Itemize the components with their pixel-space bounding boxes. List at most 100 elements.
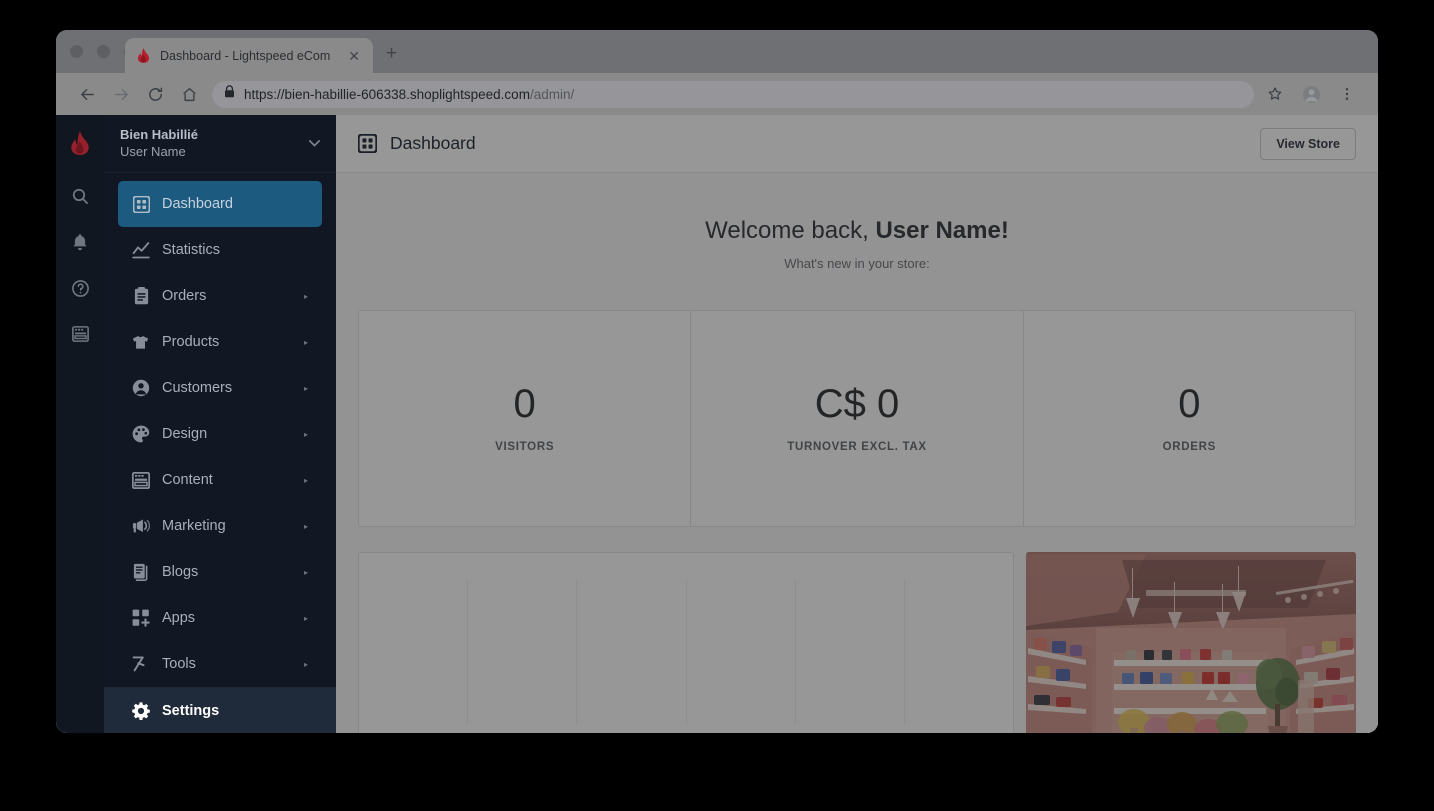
page-header: Dashboard View Store	[336, 115, 1378, 173]
new-tab-button[interactable]: +	[386, 44, 397, 63]
dashboard-body: Welcome back, User Name! What's new in y…	[336, 173, 1378, 733]
lock-icon	[224, 85, 235, 103]
sidebar-item-label: Orders	[162, 288, 207, 304]
documents-icon	[132, 563, 150, 581]
stat-label: VISITORS	[495, 441, 555, 453]
stats-cards: 0 VISITORS C$ 0 TURNOVER EXCL. TAX 0 ORD…	[358, 310, 1356, 527]
chart-gridlines	[359, 579, 1013, 725]
avatar-icon[interactable]	[1294, 79, 1328, 109]
wrench-icon	[132, 655, 150, 673]
tab-title: Dashboard - Lightspeed eCom	[160, 48, 331, 63]
palette-icon	[132, 425, 150, 443]
reload-icon[interactable]	[138, 79, 172, 109]
sidebar: Bien Habillié User Name Dashboard Statis…	[104, 115, 336, 733]
stat-card-turnover: C$ 0 TURNOVER EXCL. TAX	[690, 311, 1022, 526]
apps-plus-icon	[132, 609, 150, 627]
sidebar-item-label: Marketing	[162, 518, 226, 534]
sidebar-item-label: Customers	[162, 380, 233, 396]
chevron-right-icon: ▸	[303, 567, 308, 577]
three-dots-icon[interactable]	[1330, 79, 1364, 109]
chevron-right-icon: ▸	[303, 429, 308, 439]
gridline-column	[796, 579, 905, 725]
url-path: /admin/	[529, 86, 575, 102]
browser-toolbar: https://bien-habillie-606338.shoplightsp…	[56, 73, 1378, 115]
stat-card-visitors: 0 VISITORS	[359, 311, 690, 526]
dashboard-grid-icon	[358, 134, 377, 153]
sidebar-item-tools[interactable]: Tools ▸	[118, 641, 322, 687]
sidebar-nav: Dashboard Statistics Orders ▸ Products ▸…	[104, 173, 336, 733]
gridline-column	[905, 579, 1013, 725]
sidebar-item-label: Blogs	[162, 564, 199, 580]
empty-chart-panel	[358, 552, 1014, 733]
sidebar-item-label: Products	[162, 334, 220, 350]
sidebar-item-design[interactable]: Design ▸	[118, 411, 322, 457]
sidebar-item-blogs[interactable]: Blogs ▸	[118, 549, 322, 595]
sidebar-item-label: Apps	[162, 610, 196, 626]
window-minimize-button[interactable]	[97, 45, 110, 58]
news-icon[interactable]	[56, 311, 104, 357]
help-circle-icon[interactable]	[56, 265, 104, 311]
sidebar-item-settings[interactable]: Settings	[104, 687, 336, 733]
gridline-column	[577, 579, 687, 725]
search-icon[interactable]	[56, 173, 104, 219]
stat-label: ORDERS	[1162, 441, 1217, 453]
store-name: Bien Habillié	[120, 126, 199, 142]
browser-tab[interactable]: Dashboard - Lightspeed eCom ✕	[125, 38, 373, 73]
sidebar-item-customers[interactable]: Customers ▸	[118, 365, 322, 411]
lightspeed-admin-app: Bien Habillié User Name Dashboard Statis…	[56, 115, 1378, 733]
gear-icon	[132, 702, 150, 720]
sidebar-item-label: Tools	[162, 656, 196, 672]
browser-window: Dashboard - Lightspeed eCom ✕ + https://…	[56, 30, 1378, 733]
address-bar[interactable]: https://bien-habillie-606338.shoplightsp…	[212, 80, 1254, 108]
welcome-user-name: User Name!	[875, 217, 1009, 244]
megaphone-icon	[132, 518, 150, 534]
stat-value: 0	[513, 382, 536, 426]
address-bar-url: https://bien-habillie-606338.shoplightsp…	[244, 87, 574, 102]
stat-label: TURNOVER EXCL. TAX	[787, 441, 927, 453]
sidebar-item-products[interactable]: Products ▸	[118, 319, 322, 365]
sidebar-item-label: Design	[162, 426, 208, 442]
toolbar-actions	[1258, 79, 1364, 109]
sidebar-item-statistics[interactable]: Statistics	[118, 227, 322, 273]
clipboard-icon	[132, 287, 150, 305]
stat-value: C$ 0	[814, 382, 900, 426]
chevron-down-icon[interactable]	[308, 139, 321, 149]
chevron-right-icon: ▸	[303, 613, 308, 623]
view-store-button[interactable]: View Store	[1260, 127, 1356, 160]
sidebar-item-dashboard[interactable]: Dashboard	[118, 181, 322, 227]
sidebar-item-label: Content	[162, 472, 213, 488]
welcome-subtitle: What's new in your store:	[784, 256, 930, 271]
store-identity: Bien Habillié User Name	[120, 127, 309, 161]
welcome-heading: Welcome back, User Name!	[356, 217, 1358, 245]
tshirt-icon	[132, 335, 150, 350]
sidebar-item-label: Dashboard	[162, 196, 233, 212]
lower-panels	[358, 552, 1356, 733]
close-icon[interactable]: ✕	[345, 47, 363, 65]
sidebar-item-apps[interactable]: Apps ▸	[118, 595, 322, 641]
chevron-right-icon: ▸	[303, 659, 308, 669]
browser-tab-strip: Dashboard - Lightspeed eCom ✕ +	[56, 30, 1378, 73]
sidebar-item-label: Statistics	[162, 242, 221, 258]
lightspeed-flame-logo[interactable]	[56, 115, 104, 173]
store-interior-photo[interactable]	[1026, 552, 1356, 733]
sidebar-item-marketing[interactable]: Marketing ▸	[118, 503, 322, 549]
gridline-column	[468, 579, 578, 725]
page-title: Dashboard	[390, 133, 476, 153]
url-host: https://bien-habillie-606338.shoplightsp…	[244, 86, 530, 102]
sidebar-item-label: Settings	[162, 703, 220, 719]
sidebar-item-content[interactable]: Content ▸	[118, 457, 322, 503]
stat-value: 0	[1178, 382, 1201, 426]
home-icon[interactable]	[172, 79, 206, 109]
back-icon[interactable]	[70, 79, 104, 109]
chevron-right-icon: ▸	[303, 521, 308, 531]
user-circle-icon	[132, 379, 150, 397]
gridline-column	[687, 579, 796, 725]
chevron-right-icon: ▸	[303, 337, 308, 347]
notifications-bell-icon[interactable]	[56, 219, 104, 265]
store-switcher[interactable]: Bien Habillié User Name	[104, 115, 336, 173]
sidebar-item-orders[interactable]: Orders ▸	[118, 273, 322, 319]
forward-icon[interactable]	[104, 79, 138, 109]
dashboard-grid-icon	[132, 195, 150, 213]
window-close-button[interactable]	[70, 45, 83, 58]
star-icon[interactable]	[1258, 79, 1292, 109]
